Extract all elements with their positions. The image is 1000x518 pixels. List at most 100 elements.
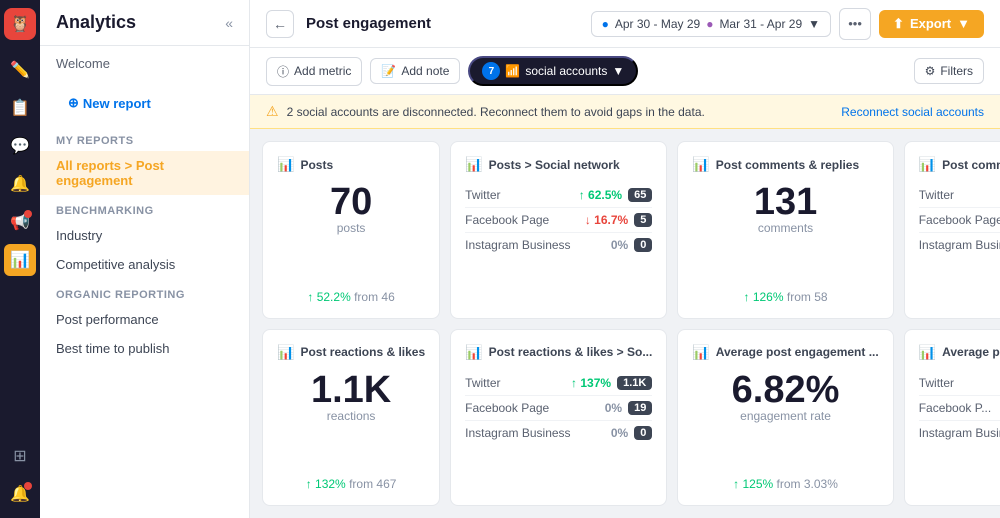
card-reactions-social: 📊Post reactions & likes > So... Twitter ↑ …	[450, 329, 667, 507]
network-name: Twitter	[919, 376, 954, 390]
nav-item-post-performance[interactable]: Post performance	[40, 305, 249, 334]
nav-header: Analytics «	[40, 0, 249, 46]
nav-item-industry[interactable]: Industry	[40, 221, 249, 250]
breakdown-pct: 0%	[605, 401, 622, 415]
big-number: 6.82%	[692, 371, 878, 409]
card-comments-social: 📊Post comments & replies >...Twitter↑ 13…	[904, 141, 1000, 319]
breakdown-row: Facebook Page 0%19	[465, 396, 652, 421]
card-header: 📊Average post engagement ...	[919, 344, 1000, 361]
main-content: ← Post engagement ● Apr 30 - May 29 ● Ma…	[250, 0, 1000, 518]
breakdown-row: Twitter↑ 62.5%65	[465, 183, 652, 208]
nav-sidebar: Analytics « Welcome ⊕ New report MY REPO…	[40, 0, 250, 518]
card-chart-icon: 📊	[277, 156, 294, 173]
breakdown-row: Instagram Business 0%0	[465, 421, 652, 445]
date-range-selector[interactable]: ● Apr 30 - May 29 ● Mar 31 - Apr 29 ▼	[591, 11, 831, 37]
nav-section-my-reports: MY REPORTS	[40, 125, 249, 151]
card-reactions: 📊Post reactions & likes1.1Kreactions↑ 13…	[262, 329, 440, 507]
breakdown-row: Facebook Page↓ 100%0	[919, 208, 1000, 233]
breakdown-pct: ↑ 62.5%	[579, 188, 622, 202]
network-name: Twitter	[465, 376, 500, 390]
breakdown-row: Instagram Business 0%0%	[919, 421, 1000, 445]
info-icon: ⓘ	[277, 63, 289, 80]
back-button[interactable]: ←	[266, 10, 294, 38]
breakdown-row: Instagram Business 0% 0	[465, 233, 652, 257]
card-chart-icon: 📊	[465, 156, 482, 173]
nav-welcome: Welcome	[40, 46, 249, 81]
nav-item-best-time[interactable]: Best time to publish	[40, 334, 249, 363]
card-title: Average post engagement ...	[942, 345, 1000, 359]
card-engagement: 📊Average post engagement ...6.82%engagem…	[677, 329, 893, 507]
card-comments: 📊Post comments & replies131comments↑ 126…	[677, 141, 893, 319]
change-indicator: ↑ 126% from 58	[692, 290, 878, 304]
nav-analytics[interactable]: 📊	[4, 244, 36, 276]
nav-amplify[interactable]: 📢	[4, 206, 36, 238]
card-title: Posts > Social network	[489, 158, 620, 172]
add-note-button[interactable]: 📝 Add note	[370, 58, 460, 84]
nav-listen[interactable]: 🔔	[4, 168, 36, 200]
export-button[interactable]: ⬆ Export ▼	[879, 10, 984, 38]
card-header: 📊Post reactions & likes > So...	[465, 344, 652, 361]
breakdown-badge: 5	[634, 213, 652, 227]
nav-apps[interactable]: ⊞	[4, 440, 36, 472]
breakdown-row: Facebook P...↑ 105%6.47%	[919, 396, 1000, 421]
breakdown-row: Twitter ↑ 137% 1.1K	[465, 371, 652, 396]
card-header: 📊 Post comments & replies	[692, 156, 878, 173]
new-report-button[interactable]: ⊕ New report	[56, 89, 233, 117]
nav-schedule[interactable]: 📋	[4, 92, 36, 124]
more-options-button[interactable]: •••	[839, 8, 871, 40]
change-from: from 58	[787, 290, 828, 304]
breakdown-row: Facebook Page↓ 16.7%5	[465, 208, 652, 233]
nav-engage[interactable]: 💬	[4, 130, 36, 162]
card-chart-icon: 📊	[277, 344, 294, 361]
nav-compose[interactable]: ✏️	[4, 54, 36, 86]
top-bar: ← Post engagement ● Apr 30 - May 29 ● Ma…	[250, 0, 1000, 48]
social-accounts-button[interactable]: 7 📶 social accounts ▼	[468, 56, 638, 86]
filters-button[interactable]: ⚙ Filters	[914, 58, 984, 84]
top-bar-left: ← Post engagement	[266, 10, 431, 38]
warning-icon: ⚠	[266, 103, 279, 120]
warning-bar: ⚠ 2 social accounts are disconnected. Re…	[250, 95, 1000, 129]
network-name: Instagram Business	[919, 238, 1000, 252]
reconnect-link[interactable]: Reconnect social accounts	[841, 105, 984, 119]
warning-left: ⚠ 2 social accounts are disconnected. Re…	[266, 103, 705, 120]
nav-alerts[interactable]: 🔔	[4, 478, 36, 510]
card-chart-icon: 📊	[692, 344, 709, 361]
big-number: 1.1K	[277, 371, 425, 409]
nav-item-post-engagement[interactable]: All reports > Post engagement	[40, 151, 249, 195]
add-metric-button[interactable]: ⓘ Add metric	[266, 57, 362, 86]
card-chart-icon: 📊	[692, 156, 709, 173]
breakdown-right: ↓ 16.7%5	[585, 213, 652, 227]
card-posts: 📊Posts70posts↑ 52.2% from 46	[262, 141, 440, 319]
upload-icon: ⬆	[893, 16, 904, 32]
breakdown-right: 0% 0	[611, 238, 652, 252]
card-title: Post comments & replies	[716, 158, 859, 172]
change-from: from 46	[354, 290, 395, 304]
nav-section-benchmarking: BENCHMARKING	[40, 195, 249, 221]
breakdown-badge: 1.1K	[617, 376, 652, 390]
nav-item-competitive[interactable]: Competitive analysis	[40, 250, 249, 279]
breakdown-right: 0%0	[611, 426, 652, 440]
breakdown-badge: 19	[628, 401, 652, 415]
network-name: Instagram Business	[465, 238, 570, 252]
nav-collapse-btn[interactable]: «	[225, 15, 233, 31]
card-chart-icon: 📊	[919, 156, 936, 173]
toolbar-left: ⓘ Add metric 📝 Add note 7 📶 social accou…	[266, 56, 638, 86]
card-chart-icon: 📊	[465, 344, 482, 361]
nav-title: Analytics	[56, 12, 136, 33]
chevron-down-icon: ▼	[808, 17, 820, 31]
breakdown-row: Twitter↑ 134%131	[919, 183, 1000, 208]
breakdown-pct: ↑ 137%	[571, 376, 611, 390]
date-range-1: Apr 30 - May 29	[615, 17, 700, 31]
card-engagement-social: 📊Average post engagement ...Twitter↑ 127…	[904, 329, 1000, 507]
card-title: Post reactions & likes	[300, 345, 425, 359]
breakdown-badge: 0	[634, 238, 652, 252]
social-chevron-icon: ▼	[612, 64, 624, 78]
note-icon: 📝	[381, 64, 396, 78]
breakdown-badge: 65	[628, 188, 652, 202]
breakdown-pct: 0%	[611, 238, 628, 252]
date-dot-1: ●	[602, 17, 609, 31]
card-title: Posts	[300, 158, 333, 172]
warning-text: 2 social accounts are disconnected. Reco…	[287, 105, 705, 119]
date-dot-2: ●	[706, 17, 713, 31]
breakdown-right: ↑ 62.5% 65	[579, 188, 653, 202]
